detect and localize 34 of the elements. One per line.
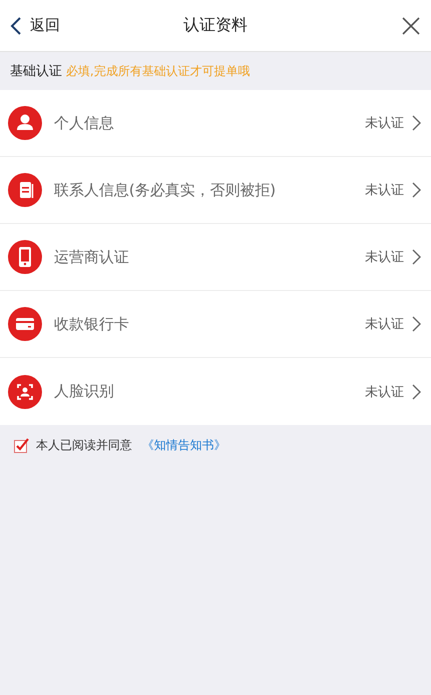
back-button[interactable]: 返回 — [10, 16, 90, 36]
chevron-icon — [412, 182, 421, 198]
chevron-icon — [412, 249, 421, 265]
item-label: 收款银行卡 — [54, 314, 130, 334]
chevron-icon — [412, 115, 421, 131]
list-item[interactable]: 联系人信息(务必真实，否则被拒) 未认证 — [0, 157, 431, 224]
checkbox[interactable] — [14, 438, 30, 454]
person-icon — [8, 106, 42, 140]
item-label: 联系人信息(务必真实，否则被拒) — [54, 180, 277, 200]
agreement-link[interactable]: 《知情告知书》 — [142, 437, 226, 454]
phone-icon — [8, 240, 42, 274]
section-title: 基础认证 — [10, 63, 62, 80]
status-text: 未认证 — [365, 182, 404, 199]
chevron-icon — [412, 384, 421, 400]
section-hint: 必填,完成所有基础认证才可提单哦 — [66, 62, 250, 80]
item-label: 运营商认证 — [54, 248, 130, 266]
list-item[interactable]: 运营商认证 未认证 — [0, 224, 431, 291]
page-title: 认证资料 — [182, 15, 248, 36]
status-text: 未认证 — [365, 384, 404, 400]
list-item[interactable]: 人脸识别 未认证 — [0, 358, 431, 425]
list-item[interactable]: 收款银行卡 未认证 — [0, 291, 431, 358]
close-icon[interactable] — [401, 16, 421, 36]
status-text: 未认证 — [365, 115, 404, 132]
list-item[interactable]: 个人信息 未认证 — [0, 90, 431, 157]
status-text: 未认证 — [365, 316, 404, 333]
back-icon — [10, 16, 22, 36]
agreement-text: 本人已阅读并同意 — [36, 437, 132, 454]
chevron-icon — [412, 316, 421, 332]
card-icon — [8, 307, 42, 341]
document-icon — [8, 173, 42, 207]
face-scan-icon — [8, 374, 42, 408]
item-label: 人脸识别 — [54, 382, 115, 401]
item-label: 个人信息 — [54, 114, 115, 132]
status-text: 未认证 — [365, 249, 404, 266]
